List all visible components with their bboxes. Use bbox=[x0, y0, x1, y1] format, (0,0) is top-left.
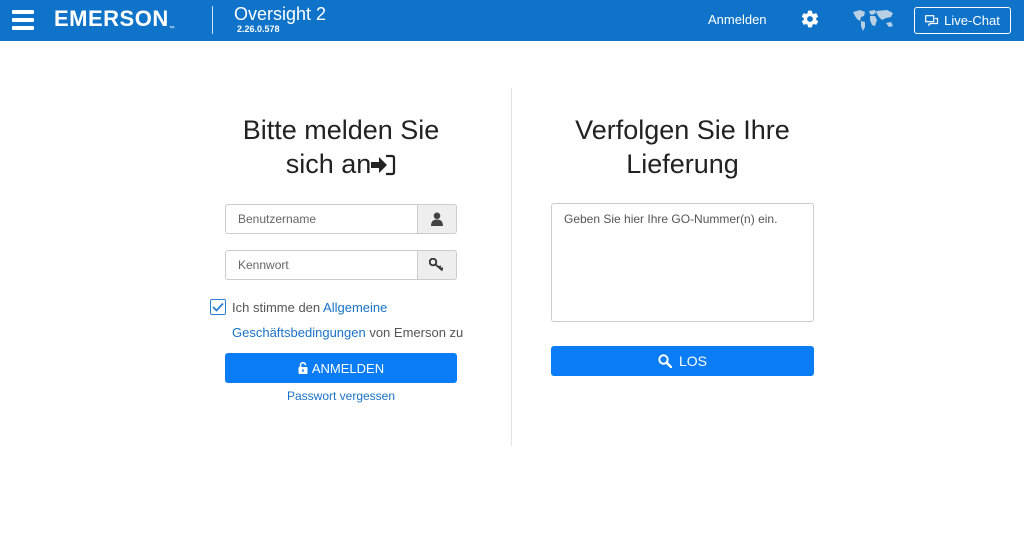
terms-suffix: von Emerson zu bbox=[365, 325, 464, 340]
password-group bbox=[225, 250, 457, 280]
forgot-password-link[interactable]: Passwort vergessen bbox=[225, 389, 457, 403]
brand-text: EMERSON bbox=[54, 6, 169, 31]
go-number-textarea[interactable] bbox=[551, 203, 814, 322]
checkmark-icon bbox=[212, 302, 224, 312]
panel-divider bbox=[511, 88, 512, 446]
key-icon bbox=[417, 250, 457, 280]
track-go-button[interactable]: LOS bbox=[551, 346, 814, 376]
unlock-icon bbox=[298, 362, 308, 374]
trademark: ™ bbox=[168, 26, 176, 32]
tracking-title-line1: Verfolgen Sie Ihre bbox=[575, 115, 790, 145]
username-input[interactable] bbox=[225, 204, 417, 234]
tracking-title-line2: Lieferung bbox=[626, 149, 739, 179]
sign-in-icon bbox=[371, 154, 396, 176]
terms-checkbox[interactable] bbox=[210, 299, 226, 315]
terms-link-general[interactable]: Allgemeine bbox=[323, 300, 387, 315]
terms-text: Ich stimme den bbox=[232, 300, 324, 315]
search-icon bbox=[658, 354, 672, 368]
header-login-link[interactable]: Anmelden bbox=[708, 12, 767, 27]
login-button-label: ANMELDEN bbox=[311, 360, 385, 376]
live-chat-button[interactable]: Live-Chat bbox=[914, 7, 1011, 34]
login-button[interactable]: ANMELDEN bbox=[225, 353, 457, 383]
password-input[interactable] bbox=[225, 250, 417, 280]
live-chat-label: Live-Chat bbox=[944, 13, 1000, 28]
world-map-icon[interactable] bbox=[851, 8, 895, 32]
gear-icon[interactable] bbox=[800, 9, 820, 29]
top-navigation-bar: EMERSON™ Oversight 2 2.26.0.578 Anmelden… bbox=[0, 0, 1024, 41]
login-title: Bitte melden Sie sich an bbox=[212, 113, 470, 181]
emerson-logo[interactable]: EMERSON™ bbox=[54, 6, 175, 32]
track-go-label: LOS bbox=[678, 353, 707, 369]
tracking-title: Verfolgen Sie Ihre Lieferung bbox=[540, 113, 825, 181]
terms-link-conditions[interactable]: Geschäftsbedingungen bbox=[232, 325, 366, 340]
app-title: Oversight 2 bbox=[234, 4, 327, 24]
username-group bbox=[225, 204, 457, 234]
login-title-line2: sich an bbox=[285, 149, 372, 179]
hamburger-menu-icon[interactable] bbox=[12, 10, 34, 30]
header-divider bbox=[212, 6, 213, 34]
login-title-line1: Bitte melden Sie bbox=[242, 115, 440, 145]
chat-bubble-icon bbox=[925, 14, 939, 26]
user-icon bbox=[417, 204, 457, 234]
app-version: 2.26.0.578 bbox=[237, 24, 280, 34]
